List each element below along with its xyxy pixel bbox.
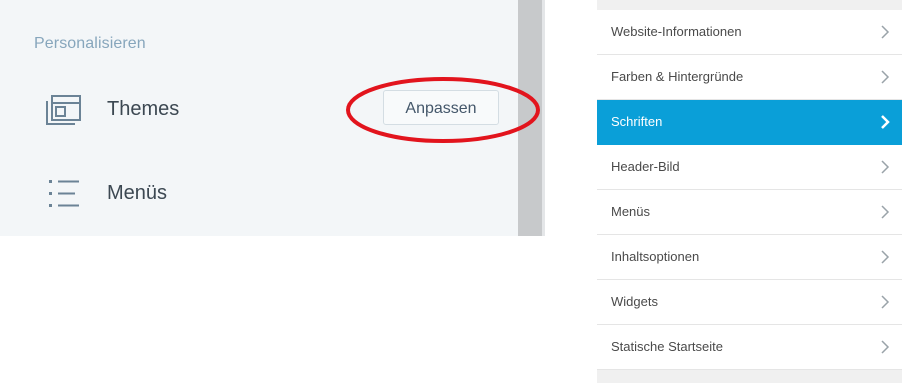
customizer-item-header-image[interactable]: Header-Bild bbox=[597, 145, 902, 190]
menu-item-label: Menüs bbox=[107, 182, 168, 204]
chevron-right-icon bbox=[881, 205, 890, 219]
customizer-item-menus[interactable]: Menüs bbox=[597, 190, 902, 235]
customizer-item-fonts[interactable]: Schriften bbox=[597, 100, 902, 145]
chevron-right-icon bbox=[881, 160, 890, 174]
customizer-item-label: Farben & Hintergründe bbox=[611, 69, 744, 84]
customize-button[interactable]: Anpassen bbox=[383, 90, 499, 125]
customizer-item-colors-backgrounds[interactable]: Farben & Hintergründe bbox=[597, 55, 902, 100]
customizer-item-label: Inhaltsoptionen bbox=[611, 249, 700, 264]
customizer-item-label: Website-Informationen bbox=[611, 24, 742, 39]
chevron-right-icon bbox=[881, 115, 890, 129]
customizer-item-static-front-page[interactable]: Statische Startseite bbox=[597, 325, 902, 370]
menus-icon bbox=[49, 177, 81, 211]
chevron-right-icon bbox=[881, 70, 890, 84]
customizer-menu: Website-Informationen Farben & Hintergrü… bbox=[597, 10, 902, 370]
customizer-item-label: Menüs bbox=[611, 204, 651, 219]
chevron-right-icon bbox=[881, 25, 890, 39]
customizer-item-label: Widgets bbox=[611, 294, 658, 309]
customizer-item-content-options[interactable]: Inhaltsoptionen bbox=[597, 235, 902, 280]
menu-item-menus[interactable]: Menüs bbox=[0, 170, 520, 214]
section-title: Personalisieren bbox=[34, 35, 146, 52]
personalize-panel: Personalisieren Themes Menüs Anpassen bbox=[0, 0, 520, 236]
chevron-right-icon bbox=[881, 250, 890, 264]
customizer-item-label: Statische Startseite bbox=[611, 339, 723, 354]
menu-item-label: Themes bbox=[107, 98, 180, 120]
customizer-item-label: Header-Bild bbox=[611, 159, 680, 174]
customizer-item-website-info[interactable]: Website-Informationen bbox=[597, 10, 902, 55]
scrollbar[interactable] bbox=[518, 0, 545, 236]
themes-icon bbox=[46, 95, 82, 125]
customizer-item-widgets[interactable]: Widgets bbox=[597, 280, 902, 325]
customizer-item-label: Schriften bbox=[611, 114, 663, 129]
panel-footer bbox=[597, 371, 902, 383]
chevron-right-icon bbox=[881, 340, 890, 354]
chevron-right-icon bbox=[881, 295, 890, 309]
